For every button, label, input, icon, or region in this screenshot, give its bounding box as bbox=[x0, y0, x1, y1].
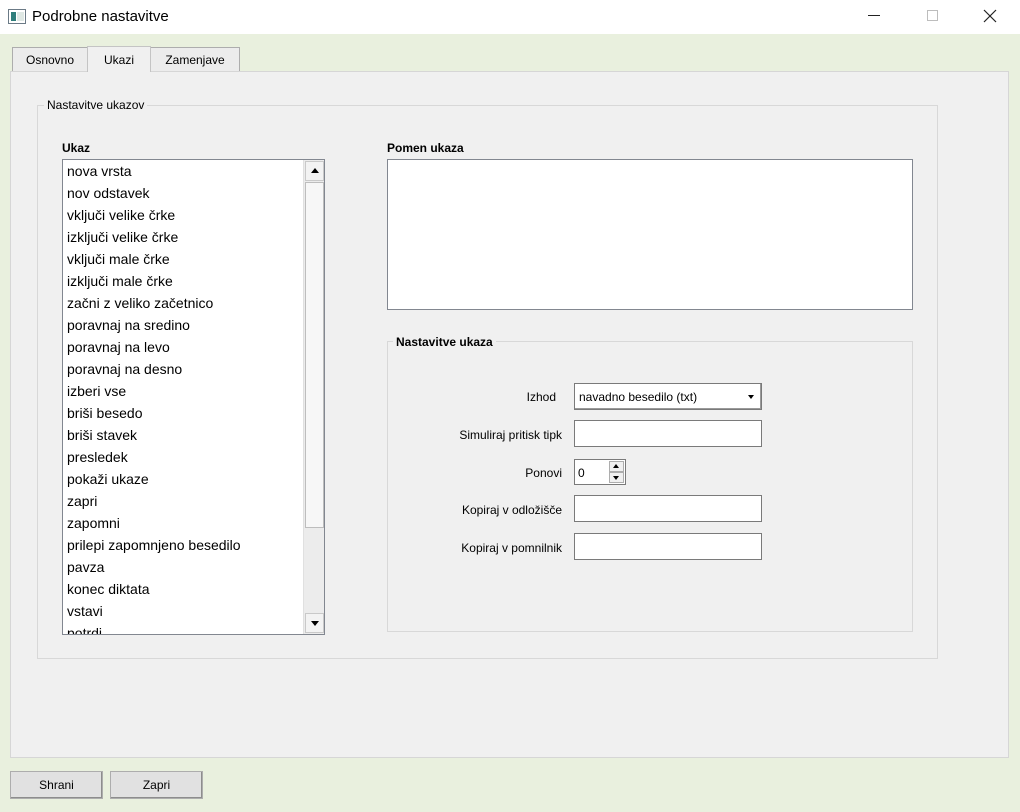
maximize-icon bbox=[927, 10, 938, 21]
commands-settings-group-title: Nastavitve ukazov bbox=[44, 98, 148, 112]
command-list-item[interactable]: poravnaj na desno bbox=[63, 358, 324, 380]
command-list-item[interactable]: briši stavek bbox=[63, 424, 324, 446]
command-list-item[interactable]: presledek bbox=[63, 446, 324, 468]
repeat-spinbox[interactable]: 0 bbox=[574, 459, 626, 485]
simulate-keypress-input[interactable] bbox=[574, 420, 762, 447]
command-list-item[interactable]: poravnaj na sredino bbox=[63, 314, 324, 336]
repeat-label: Ponovi bbox=[525, 466, 562, 480]
command-list-items: nova vrsta nov odstavek vključi velike črk… bbox=[63, 160, 324, 634]
simulate-keypress-label: Simuliraj pritisk tipk bbox=[459, 428, 562, 442]
repeat-value: 0 bbox=[578, 466, 585, 480]
scroll-thumb[interactable] bbox=[305, 182, 324, 528]
repeat-increment-button[interactable] bbox=[609, 461, 624, 472]
command-list-item[interactable]: zapomni bbox=[63, 512, 324, 534]
command-list-item[interactable]: poravnaj na levo bbox=[63, 336, 324, 358]
command-list-item[interactable]: potrdi bbox=[63, 622, 324, 634]
scroll-down-arrow-icon bbox=[311, 621, 319, 626]
command-list-item[interactable]: izključi male črke bbox=[63, 270, 324, 292]
command-list-item[interactable]: pavza bbox=[63, 556, 324, 578]
command-list-item[interactable]: izberi vse bbox=[63, 380, 324, 402]
close-window-button[interactable] bbox=[968, 0, 1014, 34]
copy-to-memory-input[interactable] bbox=[574, 533, 762, 560]
close-icon bbox=[983, 9, 997, 23]
minimize-button[interactable] bbox=[852, 0, 898, 34]
repeat-decrement-button[interactable] bbox=[609, 472, 624, 483]
command-meaning-label: Pomen ukaza bbox=[387, 141, 464, 155]
command-list-item[interactable]: vključi velike črke bbox=[63, 204, 324, 226]
app-window-icon bbox=[8, 9, 26, 24]
command-list-item[interactable]: konec diktata bbox=[63, 578, 324, 600]
copy-to-clipboard-label: Kopiraj v odložišče bbox=[461, 503, 562, 517]
command-list-item[interactable]: zapri bbox=[63, 490, 324, 512]
copy-to-clipboard-input[interactable] bbox=[574, 495, 762, 522]
command-meaning-textarea[interactable] bbox=[387, 159, 913, 310]
command-list-item[interactable]: začni z veliko začetnico bbox=[63, 292, 324, 314]
decrement-arrow-icon bbox=[613, 476, 619, 480]
command-list-label: Ukaz bbox=[62, 141, 91, 155]
tab-osnovno[interactable]: Osnovno bbox=[12, 47, 88, 71]
command-listbox[interactable]: nova vrsta nov odstavek vključi velike črk… bbox=[62, 159, 325, 635]
output-select[interactable]: navadno besedilo (txt) bbox=[574, 383, 762, 410]
output-select-value: navadno besedilo (txt) bbox=[579, 390, 698, 404]
command-list-item[interactable]: vstavi bbox=[63, 600, 324, 622]
command-settings-group-title: Nastavitve ukaza bbox=[393, 335, 496, 349]
command-list-item[interactable]: prilepi zapomnjeno besedilo bbox=[63, 534, 324, 556]
dropdown-arrow-icon bbox=[748, 395, 754, 399]
command-list-item[interactable]: nov odstavek bbox=[63, 182, 324, 204]
command-list-item[interactable]: izključi velike črke bbox=[63, 226, 324, 248]
maximize-button[interactable] bbox=[910, 0, 956, 34]
command-list-item[interactable]: briši besedo bbox=[63, 402, 324, 424]
minimize-icon bbox=[868, 15, 880, 16]
window-title: Podrobne nastavitve bbox=[32, 8, 169, 25]
command-list-item[interactable]: nova vrsta bbox=[63, 160, 324, 182]
increment-arrow-icon bbox=[613, 464, 619, 468]
tab-ukazi[interactable]: Ukazi bbox=[87, 46, 151, 72]
close-button[interactable]: Zapri bbox=[110, 771, 203, 799]
scroll-down-button[interactable] bbox=[305, 613, 324, 633]
save-button[interactable]: Shrani bbox=[10, 771, 103, 799]
command-list-item[interactable]: vključi male črke bbox=[63, 248, 324, 270]
title-bar: Podrobne nastavitve bbox=[0, 0, 1020, 34]
copy-to-memory-label: Kopiraj v pomnilnik bbox=[461, 541, 562, 555]
scroll-up-arrow-icon bbox=[311, 168, 319, 173]
output-label: Izhod bbox=[526, 390, 556, 404]
tab-zamenjave[interactable]: Zamenjave bbox=[150, 47, 240, 71]
command-list-item[interactable]: pokaži ukaze bbox=[63, 468, 324, 490]
scroll-up-button[interactable] bbox=[305, 161, 324, 181]
list-scrollbar[interactable] bbox=[303, 160, 324, 634]
